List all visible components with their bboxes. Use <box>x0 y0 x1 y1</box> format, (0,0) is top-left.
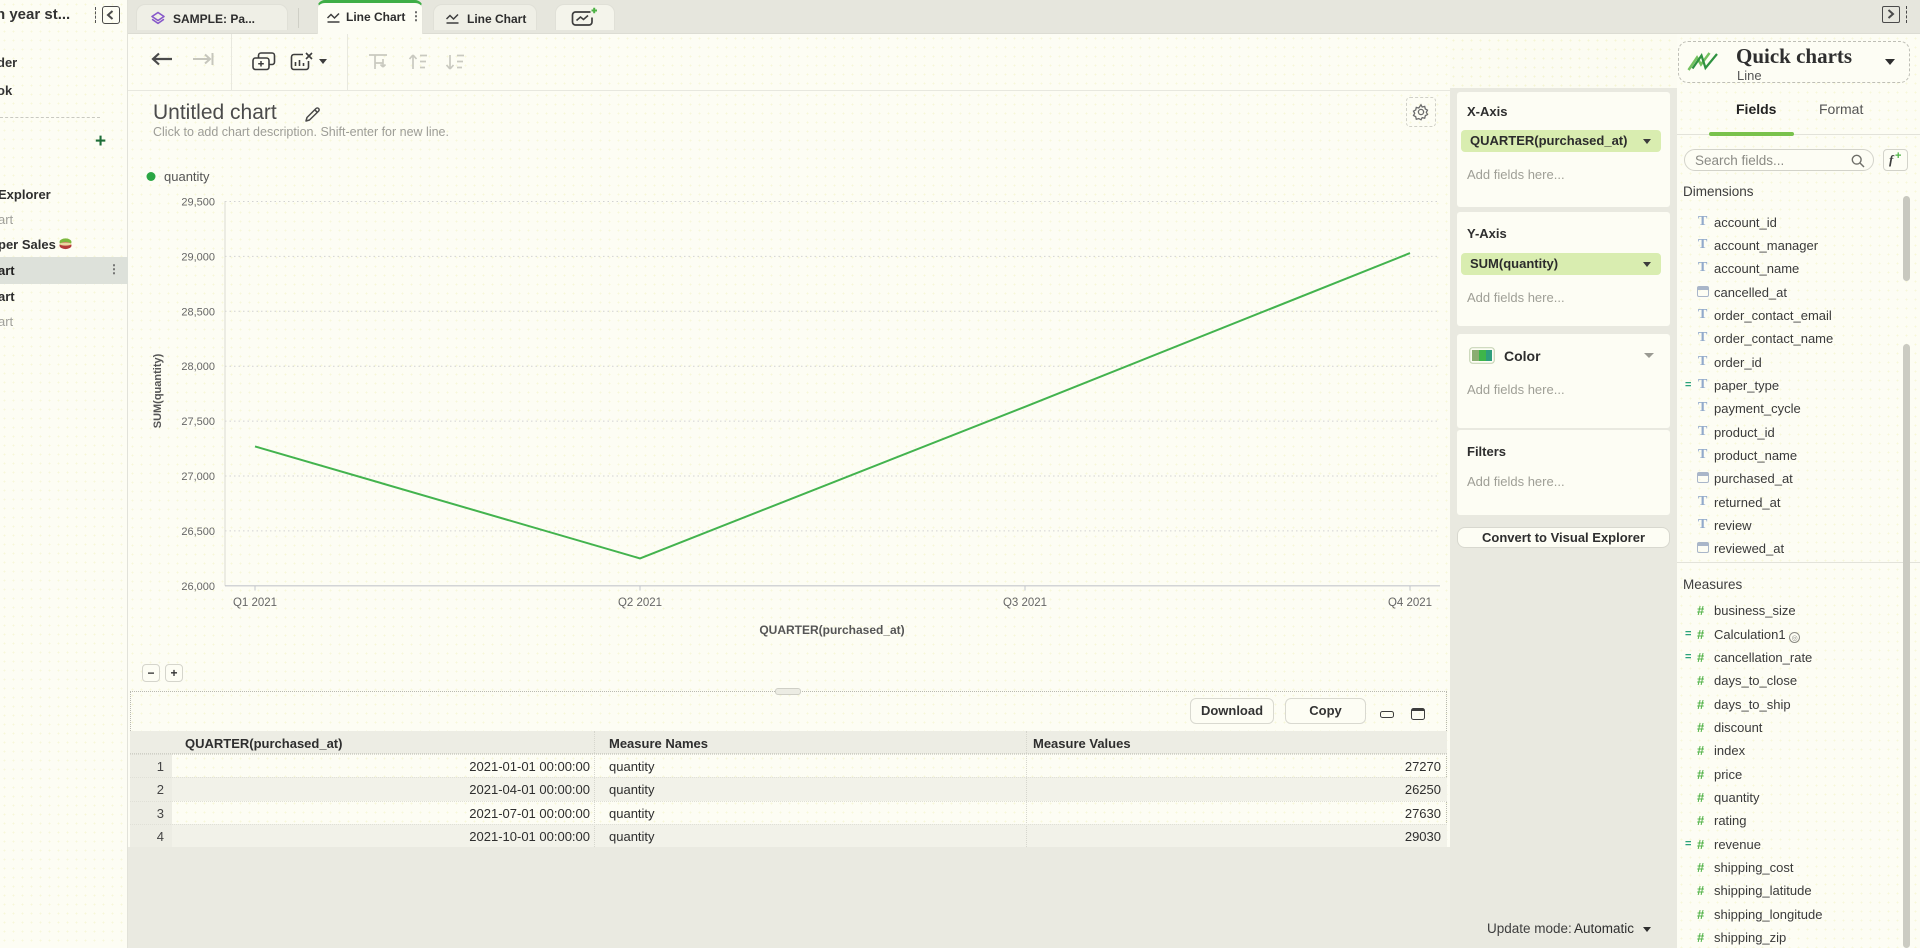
svg-text:29,000: 29,000 <box>181 251 215 263</box>
svg-text:26,000: 26,000 <box>181 581 215 593</box>
svg-text:28,000: 28,000 <box>181 361 215 373</box>
svg-text:QUARTER(purchased_at): QUARTER(purchased_at) <box>759 623 904 637</box>
svg-text:27,500: 27,500 <box>181 416 215 428</box>
svg-text:29,500: 29,500 <box>181 197 215 209</box>
svg-text:Q4 2021: Q4 2021 <box>1388 597 1432 609</box>
svg-text:27,000: 27,000 <box>181 471 215 483</box>
svg-text:quantity: quantity <box>164 169 210 184</box>
svg-text:Q3 2021: Q3 2021 <box>1003 597 1047 609</box>
svg-text:26,500: 26,500 <box>181 526 215 538</box>
svg-text:28,500: 28,500 <box>181 306 215 318</box>
svg-text:Q1 2021: Q1 2021 <box>233 597 277 609</box>
svg-text:Q2 2021: Q2 2021 <box>618 597 662 609</box>
svg-text:SUM(quantity): SUM(quantity) <box>152 353 164 428</box>
